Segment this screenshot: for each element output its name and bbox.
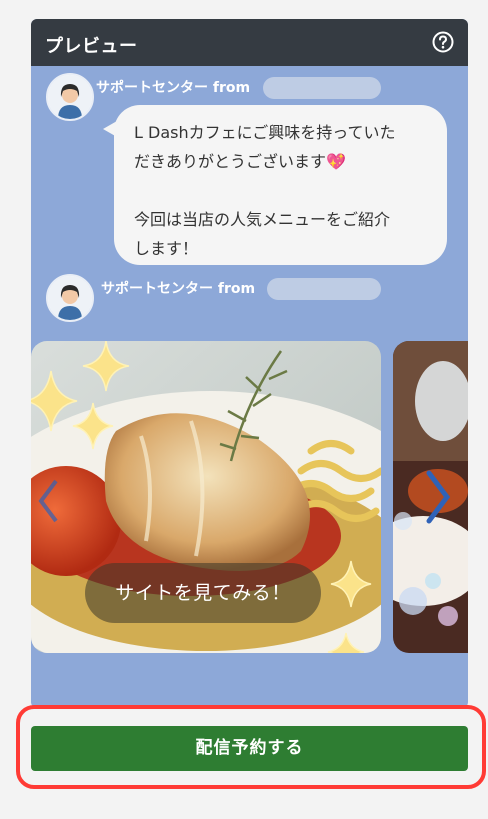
chevron-right-icon[interactable] bbox=[423, 469, 451, 525]
avatar bbox=[46, 73, 94, 121]
message-line: L Dashカフェにご興味を持っていた bbox=[134, 123, 396, 142]
preview-panel: プレビュー サポートセンター from L Dashカフェにご興味を持っていた … bbox=[31, 19, 468, 708]
preview-title: プレビュー bbox=[45, 36, 138, 57]
redacted-name bbox=[263, 77, 381, 99]
chat-area: サポートセンター from L Dashカフェにご興味を持っていた だきありがと… bbox=[31, 66, 468, 708]
view-site-button[interactable]: サイトを見てみる！ bbox=[85, 563, 321, 623]
message-line: 今回は当店の人気メニューをご紹介 bbox=[134, 210, 391, 229]
avatar bbox=[46, 274, 94, 322]
redacted-name bbox=[267, 278, 381, 300]
carousel-card[interactable] bbox=[393, 341, 468, 653]
sender-name: サポートセンター from bbox=[101, 281, 256, 297]
question-circle-icon[interactable] bbox=[432, 31, 454, 53]
sender-name: サポートセンター from bbox=[96, 80, 251, 96]
schedule-delivery-button[interactable]: 配信予約する bbox=[31, 726, 468, 771]
message-line: だきありがとうございます💖 bbox=[134, 152, 346, 171]
message-line bbox=[134, 176, 427, 205]
message-bubble: L Dashカフェにご興味を持っていた だきありがとうございます💖 今回は当店の… bbox=[114, 105, 447, 265]
preview-header: プレビュー bbox=[31, 19, 468, 66]
carousel-card[interactable]: サイトを見てみる！ bbox=[31, 341, 381, 653]
message-line: します！ bbox=[134, 239, 199, 258]
